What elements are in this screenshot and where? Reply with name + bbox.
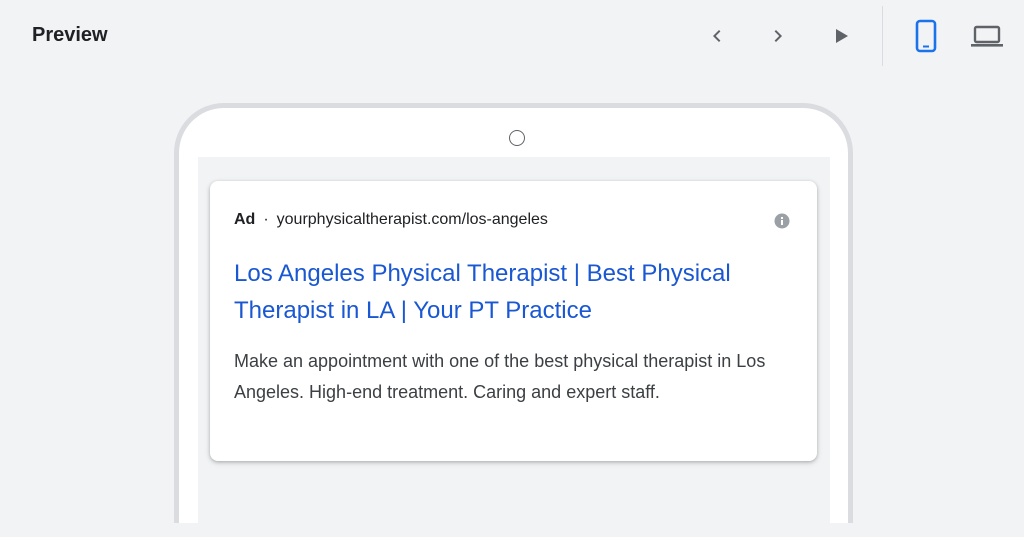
next-button[interactable] — [758, 16, 798, 56]
device-screen: Ad · yourphysicaltherapist.com/los-angeles… — [198, 157, 830, 537]
ad-display-url[interactable]: yourphysicaltherapist.com/los-angeles — [277, 211, 548, 228]
ad-preview-card: Ad · yourphysicaltherapist.com/los-angeles… — [210, 181, 817, 461]
ad-separator: · — [263, 211, 269, 228]
ad-headline-link[interactable]: Los Angeles Physical Therapist | Best Ph… — [234, 255, 794, 329]
play-icon — [836, 29, 848, 43]
previous-button[interactable] — [697, 16, 737, 56]
page-title: Preview — [32, 24, 108, 46]
ad-url-line: Ad · yourphysicaltherapist.com/los-angeles — [234, 211, 548, 229]
laptop-icon — [971, 25, 1003, 47]
smartphone-icon — [915, 19, 937, 53]
ad-label: Ad — [234, 211, 256, 228]
info-icon[interactable] — [774, 213, 790, 229]
mobile-device-frame: Ad · yourphysicaltherapist.com/los-angeles… — [174, 103, 853, 537]
desktop-view-button[interactable] — [967, 16, 1007, 56]
preview-toolbar: Preview — [0, 0, 1024, 72]
chevron-left-icon — [713, 30, 721, 42]
mobile-view-button[interactable] — [906, 16, 946, 56]
ad-description: Make an appointment with one of the best… — [234, 351, 766, 402]
chevron-right-icon — [774, 30, 782, 42]
camera-icon — [509, 130, 525, 146]
toolbar-divider — [882, 6, 883, 66]
play-button[interactable] — [821, 16, 861, 56]
